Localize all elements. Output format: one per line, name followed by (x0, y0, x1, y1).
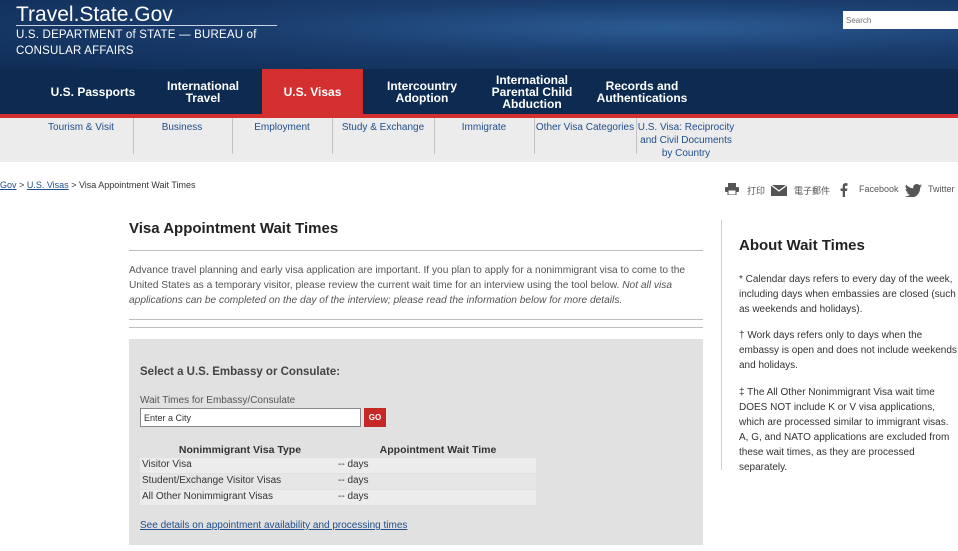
go-button[interactable]: GO (364, 408, 386, 427)
nav-international-travel[interactable]: International Travel (148, 69, 258, 114)
wait-time-cell: -- days (338, 459, 369, 470)
facebook-icon[interactable] (840, 183, 848, 197)
wait-time-cell: -- days (338, 491, 369, 502)
table-row: Student/Exchange Visitor Visas -- days (140, 474, 536, 489)
print-link[interactable]: 打印 (747, 184, 765, 197)
section-divider (129, 327, 703, 328)
subnav-study-exchange[interactable]: Study & Exchange (333, 121, 433, 134)
nav-intercountry-adoption[interactable]: Intercountry Adoption (377, 69, 467, 114)
intro-paragraph: Advance travel planning and early visa a… (129, 263, 689, 308)
search-input[interactable] (843, 11, 958, 29)
subnav-reciprocity[interactable]: U.S. Visa: Reciprocity and Civil Documen… (637, 121, 735, 160)
twitter-link[interactable]: Twitter (928, 184, 955, 194)
wait-time-header: Appointment Wait Time (379, 444, 497, 456)
wait-time-cell: -- days (338, 475, 369, 486)
title-divider (129, 250, 703, 251)
calendar-days-note: * Calendar days refers to every day of t… (739, 274, 956, 315)
site-title[interactable]: Travel.State.Gov (16, 3, 173, 27)
sidebar-divider (721, 220, 722, 470)
subnav-tourism-visit[interactable]: Tourism & Visit (31, 121, 131, 134)
nav-us-visas[interactable]: U.S. Visas (262, 69, 363, 114)
twitter-icon[interactable] (905, 184, 922, 197)
other-visa-note: ‡ The All Other Nonimmigrant Visa wait t… (739, 387, 950, 473)
breadcrumb: Gov > U.S. Visas > Visa Appointment Wait… (0, 180, 196, 190)
nav-records-authentications[interactable]: Records and Authentications (592, 69, 692, 114)
breadcrumb-visas-link[interactable]: U.S. Visas (27, 180, 69, 190)
nav-parental-child-abduction[interactable]: International Parental Child Abduction (482, 69, 582, 114)
page-title: Visa Appointment Wait Times (129, 220, 339, 237)
nav-us-passports[interactable]: U.S. Passports (42, 69, 144, 114)
table-row: Visitor Visa -- days (140, 458, 536, 473)
details-link[interactable]: See details on appointment availability … (140, 520, 407, 531)
subnav-employment[interactable]: Employment (233, 121, 331, 134)
breadcrumb-home-link[interactable]: Gov (0, 180, 17, 190)
tool-heading: Select a U.S. Embassy or Consulate: (140, 366, 341, 378)
subnav-business[interactable]: Business (134, 121, 230, 134)
city-input[interactable] (140, 408, 361, 427)
subnav-immigrate[interactable]: Immigrate (435, 121, 533, 134)
bureau-name: CONSULAR AFFAIRS (16, 45, 134, 57)
department-name: U.S. DEPARTMENT of STATE — BUREAU of (16, 29, 257, 41)
intro-text: Advance travel planning and early visa a… (129, 265, 686, 291)
subnav-other-visa-categories[interactable]: Other Visa Categories (535, 121, 635, 134)
breadcrumb-separator: > (19, 180, 25, 190)
email-icon[interactable] (771, 185, 787, 196)
visa-type-cell: Student/Exchange Visitor Visas (142, 475, 282, 486)
visa-type-cell: All Other Nonimmigrant Visas (142, 491, 273, 502)
facebook-link[interactable]: Facebook (859, 184, 899, 194)
title-divider (16, 25, 277, 26)
visa-type-cell: Visitor Visa (142, 459, 192, 470)
print-icon[interactable] (725, 183, 739, 195)
embassy-field-label: Wait Times for Embassy/Consulate (140, 395, 296, 406)
sidebar-title: About Wait Times (739, 237, 865, 254)
table-row: All Other Nonimmigrant Visas -- days (140, 490, 536, 505)
email-link[interactable]: 電子郵件 (794, 184, 830, 197)
visa-type-header: Nonimmigrant Visa Type (178, 444, 302, 456)
section-divider (129, 319, 703, 320)
work-days-note: † Work days refers only to days when the… (739, 330, 957, 371)
breadcrumb-current: > Visa Appointment Wait Times (71, 180, 196, 190)
